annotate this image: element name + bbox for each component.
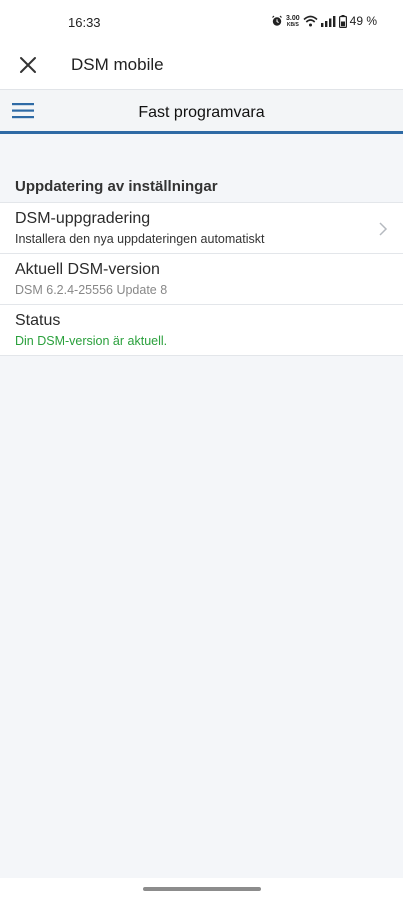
network-speed-value: 3.00	[286, 14, 300, 22]
list-item-subtitle: Installera den nya uppdateringen automat…	[15, 232, 265, 246]
app-title: DSM mobile	[71, 55, 164, 74]
app-bar: DSM mobile	[0, 44, 403, 90]
battery-percent: 49 %	[349, 14, 377, 28]
list-item-subtitle: DSM 6.2.4-25556 Update 8	[15, 283, 168, 297]
status-text: Din DSM-version är aktuell.	[15, 334, 168, 348]
list-item-title: Status	[15, 312, 61, 329]
battery-icon	[338, 14, 347, 28]
list-item-title: Aktuell DSM-version	[15, 261, 160, 278]
status-icons: 3.00 KB/S 49 %	[271, 14, 377, 28]
page-title: Fast programvara	[138, 104, 265, 121]
close-button[interactable]	[16, 53, 40, 77]
page-header-bar: Fast programvara	[0, 90, 403, 134]
section-header: Uppdatering av inställningar	[15, 178, 218, 195]
network-speed-unit: KB/S	[286, 21, 299, 28]
settings-list: DSM-uppgradering Installera den nya uppd…	[0, 202, 403, 356]
list-item-status: Status Din DSM-version är aktuell.	[0, 305, 403, 356]
alarm-icon	[272, 15, 282, 26]
home-indicator[interactable]	[143, 887, 261, 891]
chevron-right-icon	[379, 222, 388, 236]
list-item-title: DSM-uppgradering	[15, 210, 151, 227]
close-icon	[20, 57, 36, 73]
status-bar: 16:33 3.00 KB/S 49 %	[0, 0, 403, 44]
wifi-icon	[303, 15, 318, 27]
status-time: 16:33	[68, 15, 101, 30]
list-item-current-version: Aktuell DSM-version DSM 6.2.4-25556 Upda…	[0, 254, 403, 305]
list-item-dsm-upgrade[interactable]: DSM-uppgradering Installera den nya uppd…	[0, 203, 403, 254]
signal-icon	[320, 15, 336, 27]
network-speed: 3.00 KB/S	[286, 15, 300, 28]
